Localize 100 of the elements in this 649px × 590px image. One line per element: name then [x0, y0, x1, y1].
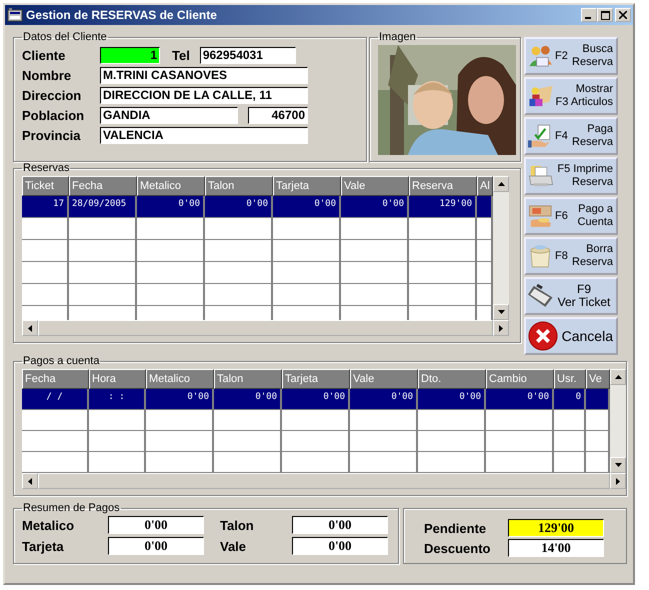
table-cell	[282, 410, 350, 431]
column-header[interactable]: Tarjeta	[273, 176, 341, 196]
table-cell: 0'00	[341, 196, 409, 218]
table-cell	[22, 218, 69, 240]
table-cell	[409, 284, 477, 306]
action-button[interactable]: Cancela	[524, 317, 618, 355]
field-label: Tel	[172, 48, 190, 62]
group-legend: Datos del Cliente	[22, 31, 108, 43]
field-label: Tarjeta	[22, 538, 65, 554]
column-header[interactable]: Ticket	[22, 176, 69, 196]
scroll-down-icon[interactable]	[493, 304, 509, 320]
table-cell	[273, 218, 341, 240]
table-cell	[146, 452, 214, 473]
table-cell	[146, 431, 214, 452]
scroll-left-icon[interactable]	[22, 473, 38, 489]
table-cell	[554, 410, 586, 431]
table-cell: 28/09/2005	[69, 196, 137, 218]
app-icon	[7, 8, 23, 22]
table-cell	[418, 452, 486, 473]
table-cell	[137, 262, 205, 284]
postal-code-field[interactable]: 46700	[248, 106, 308, 124]
client-number-field[interactable]: 1	[100, 46, 160, 64]
vertical-scrollbar[interactable]	[493, 176, 509, 320]
table-cell	[554, 452, 586, 473]
table-cell: 0'00	[137, 196, 205, 218]
column-header[interactable]: Talon	[205, 176, 273, 196]
name-field[interactable]: M.TRINI CASANOVES	[100, 66, 308, 84]
boxes-icon	[528, 83, 554, 109]
table-cell	[341, 240, 409, 262]
table-cell: / /	[22, 389, 89, 410]
table-cell	[69, 284, 137, 306]
column-header[interactable]: Fecha	[22, 369, 89, 389]
column-header[interactable]: Hora	[89, 369, 146, 389]
table-cell	[486, 431, 554, 452]
table-cell	[89, 452, 146, 473]
group-legend: Reservas	[22, 162, 70, 174]
column-header[interactable]: Reserva	[409, 176, 477, 196]
column-header[interactable]: Fecha	[69, 176, 137, 196]
action-button[interactable]: Mostrar F3 Articulos	[524, 77, 618, 115]
table-cell	[273, 262, 341, 284]
column-header[interactable]: Tarjeta	[282, 369, 350, 389]
table-cell	[282, 431, 350, 452]
column-header[interactable]: Usr.	[554, 369, 586, 389]
people-icon	[528, 43, 554, 69]
table-cell: 0'00	[205, 196, 273, 218]
scroll-right-icon[interactable]	[610, 473, 626, 489]
amount-field: 0'00	[292, 516, 388, 534]
close-button[interactable]	[615, 8, 631, 22]
table-cell	[586, 410, 610, 431]
table-cell	[69, 240, 137, 262]
phone-field[interactable]: 962954031	[200, 46, 296, 64]
printer-icon	[528, 163, 554, 189]
table-cell: 0'00	[273, 196, 341, 218]
town-field[interactable]: GANDIA	[100, 106, 238, 124]
table-cell: : :	[89, 389, 146, 410]
table-cell	[282, 452, 350, 473]
banknotes-icon	[528, 203, 554, 229]
minimize-button[interactable]	[581, 8, 597, 22]
action-button[interactable]: F5 Imprime Reserva	[524, 157, 618, 195]
column-header[interactable]: Cambio	[486, 369, 554, 389]
scroll-up-icon[interactable]	[493, 176, 509, 192]
table-cell: 129'00	[409, 196, 477, 218]
amount-field: 0'00	[292, 537, 388, 555]
scroll-up-icon[interactable]	[610, 369, 626, 385]
column-header[interactable]: Al	[477, 176, 493, 196]
column-header[interactable]: Metalico	[137, 176, 205, 196]
table-cell	[477, 284, 493, 306]
table-cell	[273, 240, 341, 262]
maximize-icon	[600, 10, 610, 20]
scroll-down-icon[interactable]	[610, 457, 626, 473]
field-label: Pendiente	[424, 520, 488, 536]
province-field[interactable]: VALENCIA	[100, 126, 308, 144]
field-label: Provincia	[22, 128, 82, 142]
table-cell	[22, 262, 69, 284]
column-header[interactable]: Vale	[350, 369, 418, 389]
column-header[interactable]: Dto.	[418, 369, 486, 389]
table-cell	[350, 431, 418, 452]
column-header[interactable]: Ve	[586, 369, 610, 389]
column-header[interactable]: Vale	[341, 176, 409, 196]
table-cell	[22, 452, 89, 473]
pending-amount-field: 129'00	[508, 519, 604, 537]
group-legend: Pagos a cuenta	[22, 355, 100, 367]
table-cell	[214, 452, 282, 473]
scroll-right-icon[interactable]	[493, 320, 509, 336]
column-header[interactable]: Metalico	[146, 369, 214, 389]
table-cell	[409, 218, 477, 240]
table-cell	[554, 431, 586, 452]
address-field[interactable]: DIRECCION DE LA CALLE, 11	[100, 86, 308, 104]
action-button[interactable]: F9 Ver Ticket	[524, 277, 618, 315]
vertical-scrollbar[interactable]	[610, 369, 626, 473]
maximize-button[interactable]	[597, 8, 613, 22]
table-cell	[69, 218, 137, 240]
table-cell	[486, 410, 554, 431]
scroll-left-icon[interactable]	[22, 320, 38, 336]
table-cell: 17	[22, 196, 69, 218]
table-cell	[137, 240, 205, 262]
table-cell	[137, 218, 205, 240]
table-cell	[418, 431, 486, 452]
column-header[interactable]: Talon	[214, 369, 282, 389]
close-icon	[619, 11, 627, 19]
